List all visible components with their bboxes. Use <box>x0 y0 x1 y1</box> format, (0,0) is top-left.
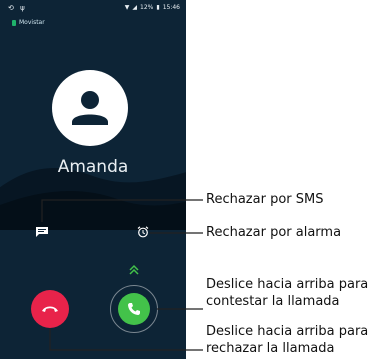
status-bar: ⟲ ψ ▼ ◢ 12% ▮ 15:46 <box>0 0 186 16</box>
message-icon[interactable] <box>36 227 48 237</box>
cell-signal-icon: ◢ <box>132 4 138 11</box>
reject-call-button[interactable] <box>31 290 69 328</box>
wifi-icon: ▼ <box>124 4 130 11</box>
alarm-clock-icon[interactable] <box>137 226 149 238</box>
incoming-call-screen: ⟲ ψ ▼ ◢ 12% ▮ 15:46 Movistar Amanda <box>0 0 186 359</box>
carrier-name: Movistar <box>19 19 45 26</box>
clock: 15:46 <box>162 4 180 11</box>
battery-percent: 12% <box>140 4 154 11</box>
sim-icon <box>12 19 16 26</box>
person-icon <box>72 91 108 125</box>
carrier-label: Movistar <box>12 19 45 26</box>
label-sms-reject: Rechazar por SMS <box>206 192 324 207</box>
status-right: ▼ ◢ 12% ▮ 15:46 <box>125 4 180 11</box>
label-alarm-reject: Rechazar por alarma <box>206 225 342 240</box>
usb-icon: ψ <box>20 4 27 12</box>
avatar <box>52 70 128 146</box>
answer-call-button[interactable] <box>118 293 150 325</box>
label-reject-line2: rechazar la llamada <box>206 341 335 356</box>
label-answer-line2: contestar la llamada <box>206 294 340 309</box>
label-reject-line1: Deslice hacia arriba para <box>206 324 369 339</box>
hang-up-icon <box>42 306 58 312</box>
signal-loop-icon: ⟲ <box>8 4 16 12</box>
status-left-icons: ⟲ ψ <box>8 4 27 12</box>
phone-icon <box>128 303 140 315</box>
battery-icon: ▮ <box>156 4 160 11</box>
label-answer-line1: Deslice hacia arriba para <box>206 277 369 292</box>
swipe-up-chevron-icon <box>129 264 139 275</box>
caller-name: Amanda <box>57 157 129 177</box>
